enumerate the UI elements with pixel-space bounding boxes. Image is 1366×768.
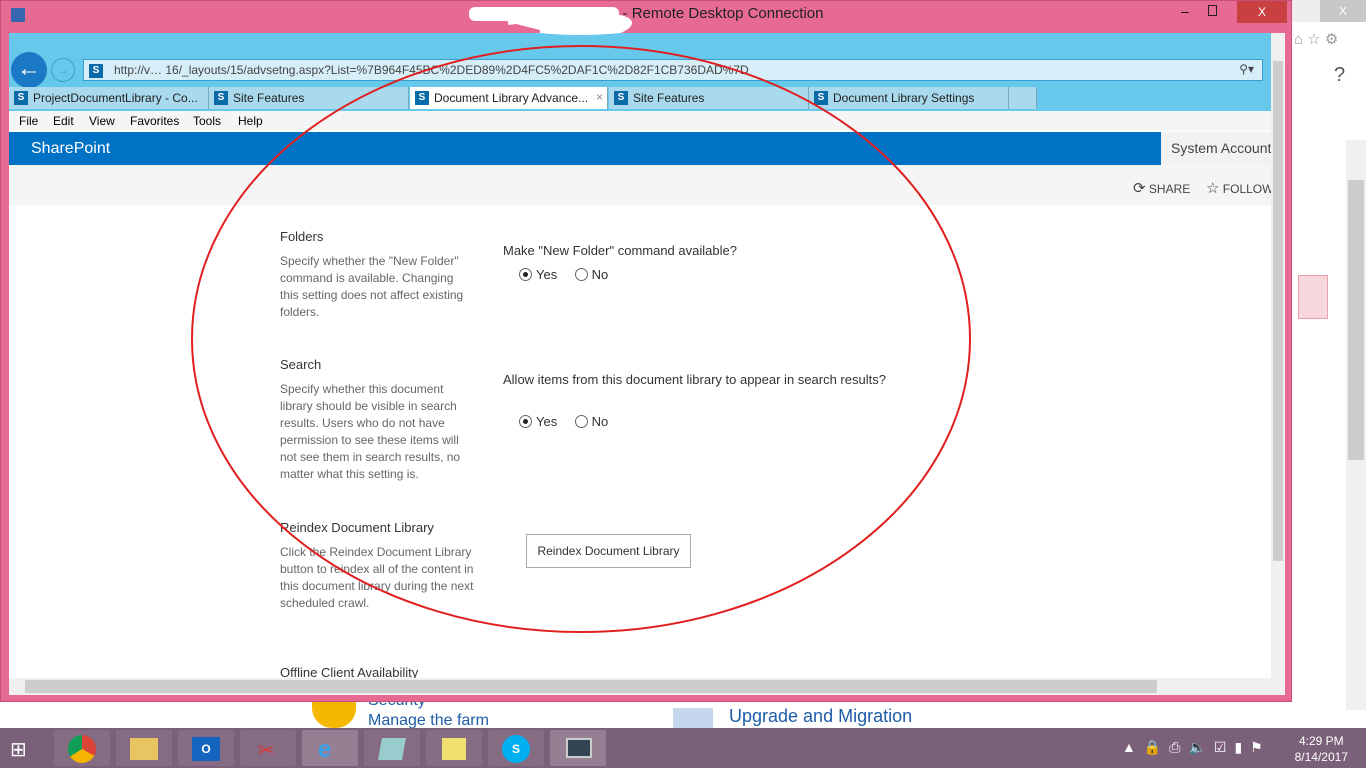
sticky-notes-taskbar-icon[interactable] <box>426 730 482 766</box>
taskbar: ⊞ O ✂ e S ▲🔒⎙🔈☑▮⚑ 4:29 PM 8/14/2017 <box>0 728 1366 768</box>
remote-desktop-taskbar-icon[interactable] <box>550 730 606 766</box>
system-tray-icons[interactable]: ▲🔒⎙🔈☑▮⚑ <box>1122 739 1271 756</box>
start-button[interactable]: ⊞ <box>10 737 36 761</box>
clock[interactable]: 4:29 PM 8/14/2017 <box>1295 733 1348 765</box>
outlook-taskbar-icon[interactable]: O <box>178 730 234 766</box>
chrome-taskbar-icon[interactable] <box>54 730 110 766</box>
file-explorer-taskbar-icon[interactable] <box>116 730 172 766</box>
internet-explorer-taskbar-icon[interactable]: e <box>302 730 358 766</box>
snipping-tool-taskbar-icon[interactable]: ✂ <box>240 730 296 766</box>
red-annotation-ellipse <box>191 13 971 633</box>
skype-taskbar-icon[interactable]: S <box>488 730 544 766</box>
app-taskbar-icon[interactable] <box>364 730 420 766</box>
